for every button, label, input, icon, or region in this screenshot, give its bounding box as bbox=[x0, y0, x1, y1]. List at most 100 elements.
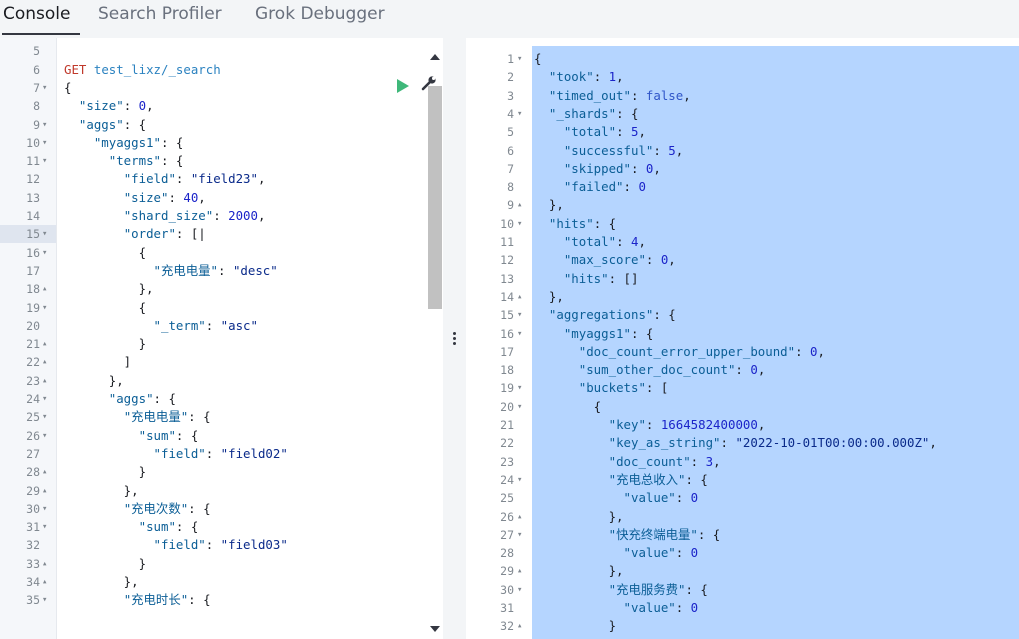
unfold-caret-icon[interactable]: ▴ bbox=[517, 617, 522, 635]
line-number: 26 bbox=[26, 428, 40, 443]
fold-caret-icon[interactable]: ▾ bbox=[517, 471, 522, 489]
unfold-caret-icon[interactable]: ▴ bbox=[42, 463, 47, 481]
line-number: 16 bbox=[500, 326, 514, 341]
line-number: 27 bbox=[500, 527, 514, 542]
code-token: : { bbox=[175, 519, 199, 535]
code-token: "sum" bbox=[138, 427, 176, 443]
request-editor[interactable]: 456GET test_lixz/_search7▾{8 "size": 0,9… bbox=[0, 38, 443, 639]
unfold-caret-icon[interactable]: ▴ bbox=[517, 288, 522, 306]
unfold-caret-icon[interactable]: ▴ bbox=[42, 280, 47, 298]
code-text: "value": 0 bbox=[534, 544, 699, 562]
code-token: : bbox=[630, 87, 646, 103]
code-token: : bbox=[735, 362, 751, 378]
code-token: ] bbox=[64, 354, 132, 370]
fold-caret-icon[interactable]: ▾ bbox=[517, 50, 522, 68]
fold-caret-icon[interactable]: ▾ bbox=[42, 116, 47, 134]
code-token: "buckets" bbox=[578, 380, 646, 396]
code-token: } bbox=[64, 464, 147, 480]
fold-caret-icon[interactable]: ▾ bbox=[42, 591, 47, 609]
scroll-down-icon[interactable] bbox=[430, 626, 440, 632]
code-token: , bbox=[638, 124, 646, 140]
fold-caret-icon[interactable]: ▾ bbox=[517, 398, 522, 416]
tab-search-profiler[interactable]: Search Profiler bbox=[98, 4, 222, 24]
fold-caret-icon[interactable]: ▾ bbox=[42, 390, 47, 408]
fold-caret-icon[interactable]: ▾ bbox=[42, 79, 47, 97]
line-number: 30 bbox=[500, 582, 514, 597]
fold-caret-icon[interactable]: ▾ bbox=[42, 500, 47, 518]
code-token: 1664582400000 bbox=[660, 417, 758, 432]
code-token: : bbox=[205, 317, 221, 333]
fold-caret-icon[interactable]: ▾ bbox=[517, 325, 522, 343]
tab-grok-debugger[interactable]: Grok Debugger bbox=[255, 4, 385, 24]
code-text: "aggregations": { bbox=[534, 306, 676, 324]
line-number: 20 bbox=[500, 399, 514, 414]
code-text: "doc_count_error_upper_bound": 0, bbox=[534, 343, 825, 361]
code-token: : { bbox=[653, 307, 676, 323]
code-line: 22 "key_as_string": "2022-10-01T00:00:00… bbox=[466, 434, 1019, 452]
unfold-caret-icon[interactable]: ▴ bbox=[42, 555, 47, 573]
play-icon[interactable] bbox=[397, 79, 409, 93]
unfold-caret-icon[interactable]: ▴ bbox=[42, 573, 47, 591]
active-tab-indicator bbox=[2, 33, 80, 35]
code-token: : bbox=[795, 343, 811, 359]
unfold-caret-icon[interactable]: ▴ bbox=[517, 508, 522, 526]
fold-caret-icon[interactable]: ▾ bbox=[42, 152, 47, 170]
unfold-caret-icon[interactable]: ▴ bbox=[42, 372, 47, 390]
unfold-caret-icon[interactable]: ▴ bbox=[42, 353, 47, 371]
fold-caret-icon[interactable]: ▾ bbox=[42, 134, 47, 152]
code-text: "充电电量": "desc" bbox=[64, 262, 278, 280]
code-line: 34 ▴ }, bbox=[0, 573, 443, 591]
line-number: 5 bbox=[507, 125, 514, 140]
fold-caret-icon[interactable]: ▾ bbox=[42, 299, 47, 317]
unfold-caret-icon[interactable]: ▴ bbox=[517, 562, 522, 580]
fold-caret-icon[interactable]: ▾ bbox=[517, 215, 522, 233]
fold-caret-icon[interactable]: ▾ bbox=[517, 379, 522, 397]
fold-caret-icon[interactable]: ▾ bbox=[42, 244, 47, 262]
code-line: 19 ▾ { bbox=[0, 299, 443, 317]
fold-caret-icon[interactable]: ▾ bbox=[517, 306, 522, 324]
code-text: { bbox=[64, 79, 71, 97]
code-line: 16 ▾ { bbox=[0, 244, 443, 262]
unfold-caret-icon[interactable]: ▴ bbox=[42, 482, 47, 500]
vertical-dots-icon[interactable] bbox=[453, 332, 456, 348]
fold-caret-icon[interactable]: ▾ bbox=[42, 518, 47, 536]
line-number: 22 bbox=[26, 355, 40, 370]
code-token: , bbox=[757, 362, 766, 378]
response-viewer[interactable]: 1 ▾{2 "took": 1, 3 "timed_out": false, 4 ▾ "… bbox=[466, 38, 1019, 639]
tab-console[interactable]: Console bbox=[3, 4, 71, 24]
code-text: "充电时长": { bbox=[64, 591, 211, 609]
fold-caret-icon[interactable]: ▾ bbox=[517, 581, 522, 599]
code-text: "_shards": { bbox=[534, 105, 639, 123]
code-token: : bbox=[218, 262, 233, 278]
code-token: "terms" bbox=[108, 153, 161, 169]
unfold-caret-icon[interactable]: ▴ bbox=[517, 196, 522, 214]
unfold-caret-icon[interactable]: ▴ bbox=[42, 335, 47, 353]
code-line: 30 ▾ "充电服务费": { bbox=[466, 581, 1019, 599]
fold-caret-icon[interactable]: ▾ bbox=[42, 408, 47, 426]
code-line: 24 ▾ "aggs": { bbox=[0, 390, 443, 408]
scroll-up-icon[interactable] bbox=[430, 54, 440, 60]
line-number: 7 bbox=[507, 161, 514, 176]
fold-caret-icon[interactable]: ▾ bbox=[42, 225, 47, 243]
code-line: 28 ▴ } bbox=[0, 463, 443, 481]
code-token: : [| bbox=[175, 226, 206, 242]
fold-caret-icon[interactable]: ▾ bbox=[517, 105, 522, 123]
code-line: 35 ▾ "充电时长": { bbox=[0, 591, 443, 609]
request-scrollbar-thumb[interactable] bbox=[428, 86, 442, 309]
fold-caret-icon[interactable]: ▾ bbox=[42, 427, 47, 445]
fold-caret-icon[interactable]: ▾ bbox=[517, 526, 522, 544]
code-line: 5 "total": 5, bbox=[466, 123, 1019, 141]
code-token: : { bbox=[697, 526, 721, 542]
line-number: 30 bbox=[26, 501, 40, 516]
line-number: 12 bbox=[26, 172, 40, 187]
code-token: "field" bbox=[153, 537, 206, 553]
code-token: : bbox=[623, 179, 639, 195]
line-number: 2 bbox=[507, 70, 514, 85]
